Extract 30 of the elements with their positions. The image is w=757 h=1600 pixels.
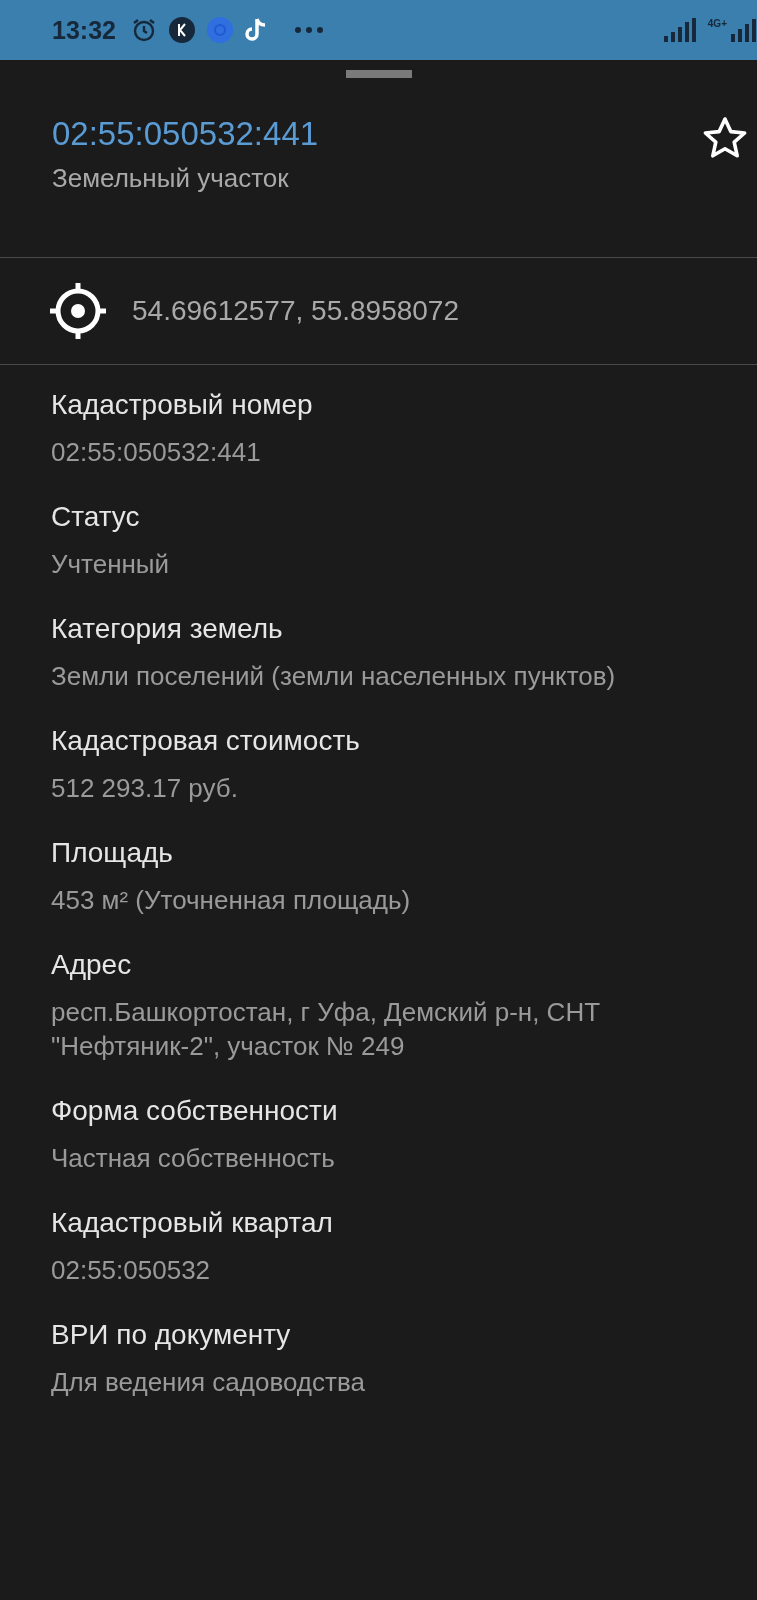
field-label: Кадастровый квартал	[51, 1206, 334, 1240]
field-value: Земли поселений (земли населенных пунктов)	[51, 660, 617, 693]
cadastral-title: 02:55:050532:441	[52, 114, 319, 154]
field-label: Площадь	[51, 836, 174, 870]
field-value: респ.Башкортостан, г Уфа, Демский р-н, СНТ "Нефтяник-2", участок № 249	[51, 996, 602, 1063]
field-label: Кадастровая стоимость	[51, 724, 361, 758]
field-label: Адрес	[51, 948, 133, 982]
field-label: Кадастровый номер	[51, 388, 314, 422]
field-value: Частная собственность	[51, 1142, 336, 1175]
coordinates: 54.69612577, 55.8958072	[132, 295, 459, 327]
field-value: 02:55:050532	[51, 1254, 212, 1287]
field-label: Категория земель	[51, 612, 284, 646]
object-type: Земельный участок	[52, 162, 290, 195]
network-label: 4G+	[707, 18, 727, 29]
field-value: 02:55:050532:441	[51, 436, 262, 469]
signal-icon	[731, 18, 757, 42]
signal-icon	[663, 18, 698, 42]
more-icon	[293, 26, 324, 34]
field-value: 453 м² (Уточненная площадь)	[51, 884, 412, 917]
location-target-icon	[48, 281, 108, 341]
drag-handle[interactable]	[345, 70, 412, 78]
field-label: Статус	[51, 500, 141, 534]
app-icon	[167, 16, 196, 44]
field-label: Форма собственности	[51, 1094, 339, 1128]
field-value: 512 293.17 руб.	[51, 772, 239, 805]
status-time: 13:32	[52, 15, 116, 45]
field-label: ВРИ по документу	[51, 1318, 292, 1352]
app-icon	[205, 16, 234, 44]
field-value: Учтенный	[51, 548, 171, 581]
field-value: Для ведения садоводства	[51, 1366, 366, 1399]
